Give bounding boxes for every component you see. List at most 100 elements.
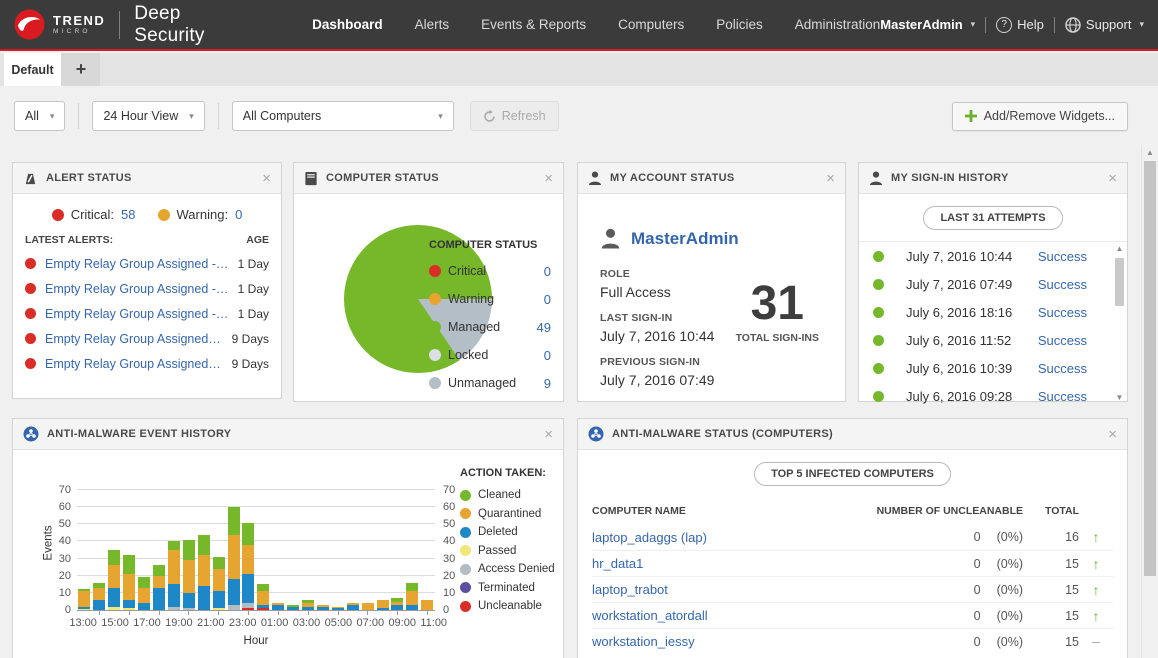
alert-link[interactable]: Empty Relay Group Assigned - CA... bbox=[45, 282, 229, 296]
bar-00:00[interactable] bbox=[257, 584, 269, 610]
bar-03:00[interactable] bbox=[302, 600, 314, 610]
bar-01:00[interactable] bbox=[272, 603, 284, 610]
alert-age: 1 Day bbox=[238, 282, 269, 296]
table-row: hr_data10(0%)15↑ bbox=[592, 550, 1113, 576]
bar-09:00[interactable] bbox=[391, 598, 403, 610]
scroll-up-icon[interactable]: ▲ bbox=[1113, 244, 1126, 254]
signin-date: July 6, 2016 11:52 bbox=[906, 333, 1038, 348]
scroll-down-icon[interactable]: ▼ bbox=[1113, 393, 1126, 403]
widget-title: ANTI-MALWARE EVENT HISTORY bbox=[47, 428, 231, 440]
close-icon[interactable]: × bbox=[544, 427, 553, 442]
bar-13:00[interactable] bbox=[93, 583, 105, 610]
refresh-button[interactable]: Refresh bbox=[470, 101, 559, 131]
total-cell: 15 bbox=[1023, 557, 1079, 571]
alert-link[interactable]: Empty Relay Group Assigned - 19... bbox=[45, 257, 229, 271]
bar-07:00[interactable] bbox=[362, 603, 374, 610]
tick-slot bbox=[77, 611, 92, 615]
timerange-dropdown[interactable]: 24 Hour View ▾ bbox=[92, 101, 204, 131]
bar-11:00[interactable] bbox=[421, 600, 433, 610]
alert-link[interactable]: Empty Relay Group Assigned - CA... bbox=[45, 307, 229, 321]
computer-name-link[interactable]: workstation_iessy bbox=[592, 634, 873, 649]
bar-16:00[interactable] bbox=[138, 577, 150, 610]
total-cell: 15 bbox=[1023, 583, 1079, 597]
bar-02:00[interactable] bbox=[287, 605, 299, 610]
legend-count-link[interactable]: 0 bbox=[544, 292, 551, 307]
scrollbar-thumb[interactable] bbox=[1144, 161, 1156, 576]
legend-dot-icon bbox=[460, 545, 471, 556]
computer-name-link[interactable]: workstation_atordall bbox=[592, 608, 873, 623]
x-tick-label: 23:00 bbox=[229, 617, 257, 629]
bar-06:00[interactable] bbox=[347, 603, 359, 610]
bar-14:00[interactable] bbox=[108, 550, 120, 610]
bar-10:00[interactable] bbox=[406, 583, 418, 610]
bar-18:00[interactable] bbox=[168, 541, 180, 610]
legend-dot-icon bbox=[429, 377, 441, 389]
nav-item-events-reports[interactable]: Events & Reports bbox=[481, 17, 586, 32]
nav-item-administration[interactable]: Administration bbox=[795, 17, 881, 32]
help-menu[interactable]: ? Help bbox=[996, 17, 1044, 33]
bar-20:00[interactable] bbox=[198, 535, 210, 610]
alert-link[interactable]: Empty Relay Group Assigned - dir... bbox=[45, 357, 223, 371]
user-menu[interactable]: MasterAdmin ▾ bbox=[880, 17, 975, 32]
legend-row-unmanaged: Unmanaged9 bbox=[429, 369, 551, 397]
signin-status-link[interactable]: Success bbox=[1038, 305, 1087, 320]
bar-15:00[interactable] bbox=[123, 555, 135, 610]
x-tick-label: 03:00 bbox=[293, 617, 321, 629]
top5-infected-button[interactable]: TOP 5 INFECTED COMPUTERS bbox=[754, 462, 951, 486]
person-icon bbox=[600, 228, 621, 250]
signin-status-link[interactable]: Success bbox=[1038, 333, 1087, 348]
signin-status-link[interactable]: Success bbox=[1038, 249, 1087, 264]
bar-22:00[interactable] bbox=[228, 507, 240, 610]
close-icon[interactable]: × bbox=[262, 171, 271, 186]
close-icon[interactable]: × bbox=[1108, 171, 1117, 186]
bar-08:00[interactable] bbox=[377, 600, 389, 610]
critical-count-link[interactable]: 58 bbox=[121, 207, 135, 222]
bar-05:00[interactable] bbox=[332, 607, 344, 610]
legend-count-link[interactable]: 9 bbox=[544, 376, 551, 391]
bar-segment-deleted bbox=[123, 600, 135, 609]
bar-segment-quarantined bbox=[213, 569, 225, 591]
legend-count-link[interactable]: 0 bbox=[544, 264, 551, 279]
bar-segment-cleaned bbox=[108, 550, 120, 565]
page-scrollbar[interactable]: ▲ bbox=[1141, 145, 1158, 658]
signin-status-link[interactable]: Success bbox=[1038, 389, 1087, 404]
bar-19:00[interactable] bbox=[183, 540, 195, 610]
bar-17:00[interactable] bbox=[153, 565, 165, 610]
scope-dropdown[interactable]: All ▾ bbox=[14, 101, 65, 131]
trend-flat-icon: – bbox=[1079, 634, 1113, 649]
bar-21:00[interactable] bbox=[213, 557, 225, 610]
bar-23:00[interactable] bbox=[242, 523, 254, 610]
scroll-up-icon[interactable]: ▲ bbox=[1142, 148, 1158, 157]
signin-status-link[interactable]: Success bbox=[1038, 277, 1087, 292]
computer-name-link[interactable]: laptop_adaggs (lap) bbox=[592, 530, 873, 545]
y-tick-label: 10 bbox=[45, 587, 71, 599]
support-menu[interactable]: Support ▾ bbox=[1065, 17, 1144, 33]
scrollbar-thumb[interactable] bbox=[1115, 258, 1124, 306]
computers-dropdown[interactable]: All Computers ▾ bbox=[232, 101, 454, 131]
add-remove-widgets-button[interactable]: Add/Remove Widgets... bbox=[952, 102, 1128, 131]
tab-default[interactable]: Default bbox=[4, 53, 62, 86]
close-icon[interactable]: × bbox=[826, 171, 835, 186]
signin-scrollbar[interactable]: ▲ ▼ bbox=[1113, 244, 1126, 403]
computer-name-link[interactable]: hr_data1 bbox=[592, 556, 873, 571]
account-user: MasterAdmin bbox=[600, 228, 823, 250]
nav-item-computers[interactable]: Computers bbox=[618, 17, 684, 32]
warning-count-link[interactable]: 0 bbox=[235, 207, 242, 222]
bar-04:00[interactable] bbox=[317, 605, 329, 610]
nav-item-dashboard[interactable]: Dashboard bbox=[312, 17, 383, 32]
legend-count-link[interactable]: 0 bbox=[544, 348, 551, 363]
success-dot-icon bbox=[873, 335, 884, 346]
alert-link[interactable]: Empty Relay Group Assigned - dir... bbox=[45, 332, 223, 346]
close-icon[interactable]: × bbox=[1108, 427, 1117, 442]
nav-item-policies[interactable]: Policies bbox=[716, 17, 763, 32]
signin-status-link[interactable]: Success bbox=[1038, 361, 1087, 376]
add-tab-button[interactable]: + bbox=[62, 53, 100, 86]
close-icon[interactable]: × bbox=[544, 171, 553, 186]
last-attempts-button[interactable]: LAST 31 ATTEMPTS bbox=[923, 206, 1062, 230]
bar-12:00[interactable] bbox=[78, 589, 90, 610]
computer-status-widget: COMPUTER STATUS × COMPUTER STATUS Critic… bbox=[293, 162, 564, 402]
legend-count-link[interactable]: 49 bbox=[537, 320, 551, 335]
account-username-link[interactable]: MasterAdmin bbox=[631, 229, 739, 249]
computer-name-link[interactable]: laptop_trabot bbox=[592, 582, 873, 597]
nav-item-alerts[interactable]: Alerts bbox=[415, 17, 450, 32]
